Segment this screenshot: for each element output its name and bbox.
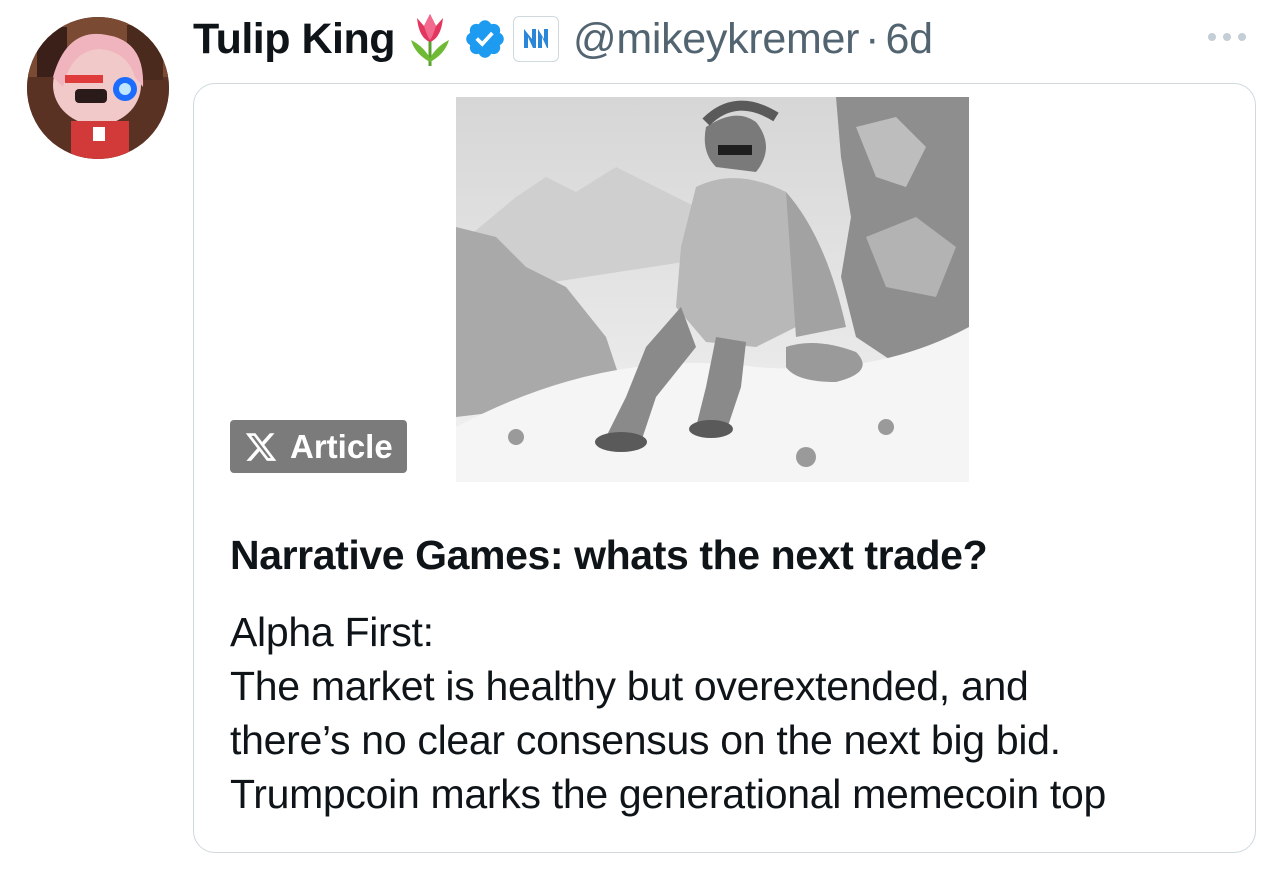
article-title: Narrative Games: whats the next trade? bbox=[230, 532, 988, 578]
separator-dot: · bbox=[865, 14, 880, 63]
tweet[interactable]: Tulip King @mikeykremer · 6d Article Nar… bbox=[0, 0, 1284, 873]
article-badge-label: Article bbox=[290, 427, 393, 465]
article-line: there’s no clear consensus on the next b… bbox=[230, 717, 1061, 763]
timestamp[interactable]: 6d bbox=[885, 15, 933, 64]
article-preview-text: Alpha First: The market is healthy but o… bbox=[230, 605, 1240, 821]
user-handle[interactable]: @mikeykremer bbox=[573, 15, 859, 64]
affiliate-badge-icon[interactable] bbox=[512, 16, 559, 62]
user-avatar[interactable] bbox=[27, 17, 169, 159]
verified-badge-icon[interactable] bbox=[463, 17, 507, 61]
article-line: Trumpcoin marks the generational memecoi… bbox=[230, 771, 1107, 817]
tulip-icon bbox=[405, 10, 455, 68]
article-card[interactable]: Article Narrative Games: whats the next … bbox=[193, 83, 1256, 853]
article-badge: Article bbox=[230, 420, 407, 473]
avatar-image bbox=[27, 17, 169, 159]
display-name[interactable]: Tulip King bbox=[193, 15, 395, 64]
article-line: Alpha First: bbox=[230, 609, 434, 655]
article-line: The market is healthy but overextended, … bbox=[230, 663, 1029, 709]
more-options-icon[interactable] bbox=[1204, 26, 1250, 48]
x-logo-icon bbox=[244, 430, 278, 464]
tweet-header: Tulip King @mikeykremer · 6d bbox=[193, 8, 933, 70]
article-cover-image bbox=[456, 97, 969, 482]
